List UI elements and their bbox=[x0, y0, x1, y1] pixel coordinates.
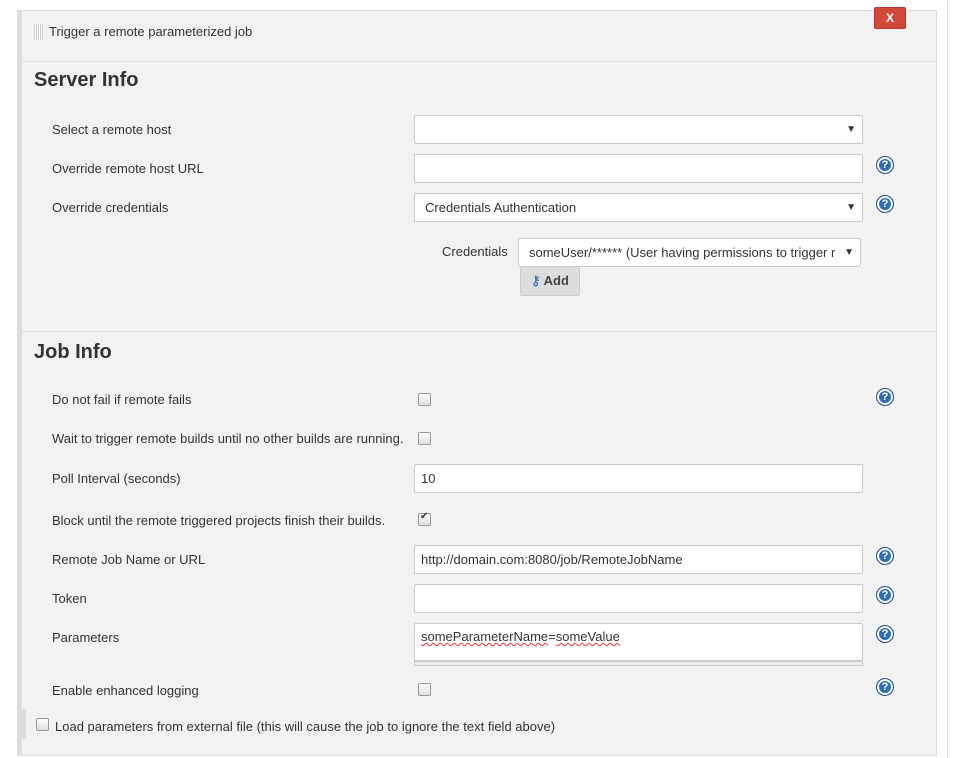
load-file-label: Load parameters from external file (this… bbox=[55, 719, 556, 734]
override-url-input[interactable] bbox=[414, 154, 863, 183]
do-not-fail-checkbox[interactable] bbox=[418, 393, 431, 406]
textarea-resize-handle[interactable] bbox=[414, 661, 863, 666]
job-info-heading: Job Info bbox=[34, 341, 112, 363]
param-name: someParameterName bbox=[421, 629, 549, 644]
poll-interval-input[interactable]: 10 bbox=[414, 464, 863, 493]
remote-host-select[interactable] bbox=[414, 115, 863, 144]
wait-checkbox[interactable] bbox=[418, 432, 431, 445]
override-credentials-label: Override credentials bbox=[52, 200, 169, 215]
help-icon[interactable]: ? bbox=[876, 625, 894, 643]
poll-interval-label: Poll Interval (seconds) bbox=[52, 471, 181, 486]
help-icon[interactable]: ? bbox=[876, 156, 894, 174]
job-name-input[interactable]: http://domain.com:8080/job/RemoteJobName bbox=[414, 545, 863, 574]
override-url-label: Override remote host URL bbox=[52, 161, 204, 176]
param-eq: = bbox=[548, 629, 556, 644]
logging-checkbox[interactable] bbox=[418, 683, 431, 696]
credentials-select[interactable]: someUser/****** (User having permissions… bbox=[518, 238, 861, 267]
do-not-fail-label: Do not fail if remote fails bbox=[52, 392, 192, 407]
token-input[interactable] bbox=[414, 584, 863, 613]
delete-step-button[interactable]: X bbox=[874, 7, 906, 29]
help-icon[interactable]: ? bbox=[876, 678, 894, 696]
override-credentials-select[interactable]: Credentials Authentication bbox=[414, 193, 863, 222]
remote-host-label: Select a remote host bbox=[52, 122, 172, 137]
logging-label: Enable enhanced logging bbox=[52, 683, 199, 698]
build-step-panel: Trigger a remote parameterized job X Ser… bbox=[17, 7, 937, 756]
divider bbox=[22, 61, 937, 62]
add-label: Add bbox=[543, 273, 569, 288]
job-name-label: Remote Job Name or URL bbox=[52, 552, 206, 567]
token-label: Token bbox=[52, 591, 87, 606]
parameters-textarea[interactable]: someParameterName=someValue bbox=[414, 623, 863, 661]
drag-handle-icon[interactable] bbox=[34, 24, 44, 40]
load-file-checkbox[interactable] bbox=[36, 718, 49, 731]
help-icon[interactable]: ? bbox=[876, 586, 894, 604]
help-icon[interactable]: ? bbox=[876, 195, 894, 213]
help-icon[interactable]: ? bbox=[876, 388, 894, 406]
server-info-heading: Server Info bbox=[34, 69, 139, 91]
wait-label: Wait to trigger remote builds until no o… bbox=[52, 431, 404, 446]
key-icon: ⚷ bbox=[531, 273, 544, 288]
credentials-value: someUser/****** (User having permissions… bbox=[529, 245, 836, 260]
optional-block-bar bbox=[22, 709, 26, 739]
param-value: someValue bbox=[555, 629, 620, 644]
parameters-label: Parameters bbox=[52, 630, 120, 645]
step-title: Trigger a remote parameterized job bbox=[49, 24, 253, 39]
credentials-label: Credentials bbox=[442, 244, 508, 259]
add-credentials-button[interactable]: ⚷ Add bbox=[520, 266, 580, 296]
block-label: Block until the remote triggered project… bbox=[52, 513, 386, 528]
divider bbox=[22, 331, 937, 332]
help-icon[interactable]: ? bbox=[876, 547, 894, 565]
block-checkbox[interactable] bbox=[418, 511, 431, 526]
page-divider bbox=[947, 0, 948, 758]
